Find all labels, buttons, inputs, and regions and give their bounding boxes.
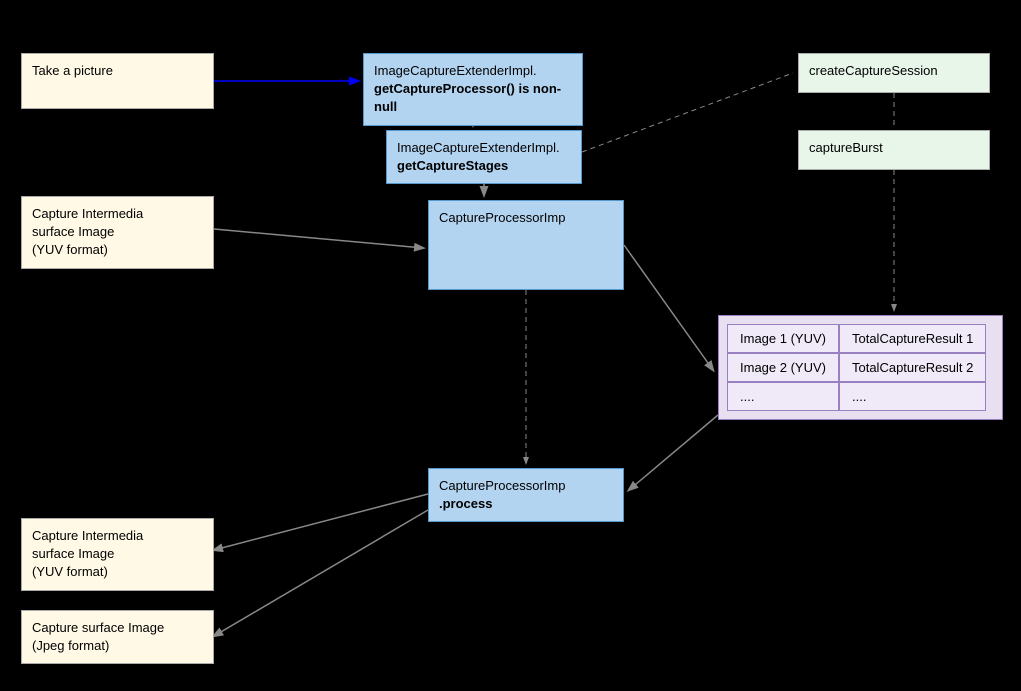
get-capture-stages-line2: getCaptureStages — [397, 158, 508, 173]
create-capture-session-label: createCaptureSession — [809, 63, 938, 78]
capture-surface-node: Capture surface Image (Jpeg format) — [21, 610, 214, 664]
diagram-container: Take a picture ImageCaptureExtenderImpl.… — [0, 0, 1021, 691]
capture-intermedia2-line1: Capture Intermedia — [32, 528, 143, 543]
purple-cell-2-2: TotalCaptureResult 2 — [839, 353, 986, 382]
capture-surface-line2: (Jpeg format) — [32, 638, 109, 653]
get-capture-processor-node: ImageCaptureExtenderImpl. getCaptureProc… — [363, 53, 583, 126]
purple-cell-1-2: TotalCaptureResult 1 — [839, 324, 986, 353]
capture-burst-node: captureBurst — [798, 130, 990, 170]
capture-processor-imp2-line2: .process — [439, 496, 492, 511]
create-capture-session-node: createCaptureSession — [798, 53, 990, 93]
capture-processor-imp1-node: CaptureProcessorImp — [428, 200, 624, 290]
capture-intermedia1-line3: (YUV format) — [32, 242, 108, 257]
get-capture-processor-line2: getCaptureProcessor() is non-null — [374, 81, 561, 114]
capture-intermedia2-line2: surface Image — [32, 546, 114, 561]
capture-intermedia1-line2: surface Image — [32, 224, 114, 239]
get-capture-stages-line1: ImageCaptureExtenderImpl. — [397, 140, 560, 155]
capture-processor-imp2-line1: CaptureProcessorImp — [439, 478, 565, 493]
purple-table: Image 1 (YUV) Image 2 (YUV) .... TotalCa… — [727, 324, 994, 411]
capture-intermedia1-line1: Capture Intermedia — [32, 206, 143, 221]
capture-intermedia2-line3: (YUV format) — [32, 564, 108, 579]
purple-cell-3-1: .... — [727, 382, 839, 411]
capture-surface-line1: Capture surface Image — [32, 620, 164, 635]
purple-col2: TotalCaptureResult 1 TotalCaptureResult … — [839, 324, 986, 411]
purple-cell-3-2: .... — [839, 382, 986, 411]
take-picture-node: Take a picture — [21, 53, 214, 109]
capture-intermedia1-node: Capture Intermedia surface Image (YUV fo… — [21, 196, 214, 269]
purple-cell-2-1: Image 2 (YUV) — [727, 353, 839, 382]
capture-processor-imp1-label: CaptureProcessorImp — [439, 210, 565, 225]
purple-col1: Image 1 (YUV) Image 2 (YUV) .... — [727, 324, 839, 411]
capture-processor-imp2-node: CaptureProcessorImp .process — [428, 468, 624, 522]
capture-intermedia2-node: Capture Intermedia surface Image (YUV fo… — [21, 518, 214, 591]
take-picture-label: Take a picture — [32, 63, 113, 78]
capture-burst-label: captureBurst — [809, 140, 883, 155]
purple-cell-1-1: Image 1 (YUV) — [727, 324, 839, 353]
get-capture-stages-node: ImageCaptureExtenderImpl. getCaptureStag… — [386, 130, 582, 184]
get-capture-processor-line1: ImageCaptureExtenderImpl. — [374, 63, 537, 78]
purple-table-container: Image 1 (YUV) Image 2 (YUV) .... TotalCa… — [718, 315, 1003, 420]
